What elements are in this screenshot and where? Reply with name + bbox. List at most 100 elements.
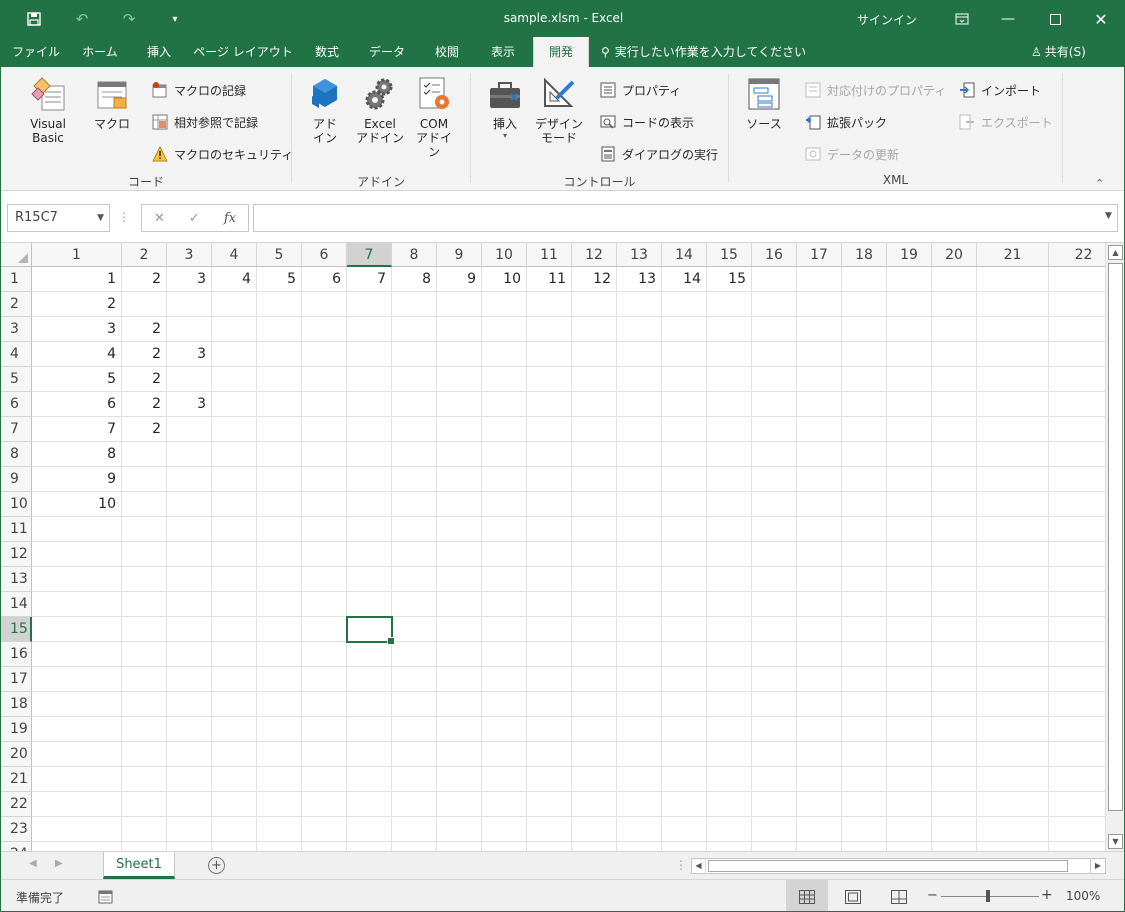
tab-page-layout[interactable]: ページ レイアウト	[191, 37, 295, 67]
cell[interactable]	[662, 742, 707, 767]
cell[interactable]	[1049, 792, 1105, 817]
cell[interactable]	[662, 842, 707, 851]
cell[interactable]	[977, 767, 1049, 792]
cell[interactable]	[257, 667, 302, 692]
cell[interactable]	[392, 642, 437, 667]
cell[interactable]	[572, 292, 617, 317]
cell[interactable]	[932, 367, 977, 392]
cell[interactable]	[662, 567, 707, 592]
cell[interactable]	[662, 642, 707, 667]
import-button[interactable]: インポート	[958, 79, 1041, 101]
cell[interactable]	[617, 817, 662, 842]
cell[interactable]: 9	[32, 467, 122, 492]
cell[interactable]	[572, 617, 617, 642]
cell[interactable]	[482, 817, 527, 842]
cell[interactable]: 6	[302, 267, 347, 292]
cell[interactable]	[437, 317, 482, 342]
cell[interactable]	[887, 267, 932, 292]
cell[interactable]	[1049, 442, 1105, 467]
vertical-scrollbar[interactable]: ▲ ▼	[1105, 243, 1124, 851]
tell-me-search[interactable]: ⚲ 実行したい作業を入力してください	[601, 37, 806, 67]
tab-review[interactable]: 校閲	[423, 37, 471, 67]
cell[interactable]	[842, 342, 887, 367]
cell[interactable]	[752, 592, 797, 617]
cell[interactable]	[1049, 692, 1105, 717]
cell[interactable]	[482, 442, 527, 467]
row-header[interactable]: 3	[1, 317, 32, 342]
column-header[interactable]: 16	[752, 243, 797, 267]
row-header[interactable]: 5	[1, 367, 32, 392]
cell[interactable]	[32, 567, 122, 592]
cell[interactable]	[122, 617, 167, 642]
cell[interactable]	[617, 342, 662, 367]
cell[interactable]	[932, 567, 977, 592]
cell[interactable]	[437, 542, 482, 567]
cell[interactable]	[662, 667, 707, 692]
cell[interactable]	[887, 667, 932, 692]
cell[interactable]	[842, 717, 887, 742]
cell[interactable]	[932, 617, 977, 642]
expand-formula-bar-icon[interactable]: ▼	[1105, 211, 1112, 221]
cell[interactable]	[167, 767, 212, 792]
cell[interactable]	[797, 392, 842, 417]
cell[interactable]	[257, 842, 302, 851]
cell[interactable]	[977, 642, 1049, 667]
cell[interactable]	[572, 667, 617, 692]
cell[interactable]	[482, 467, 527, 492]
cell[interactable]	[617, 442, 662, 467]
cell[interactable]	[482, 642, 527, 667]
cell[interactable]	[1049, 742, 1105, 767]
cell[interactable]	[797, 317, 842, 342]
name-box[interactable]: R15C7 ▼	[7, 204, 110, 232]
cell[interactable]	[797, 742, 842, 767]
cell[interactable]	[707, 542, 752, 567]
cell[interactable]	[977, 592, 1049, 617]
cell[interactable]	[32, 742, 122, 767]
cell[interactable]	[617, 617, 662, 642]
cell[interactable]	[527, 642, 572, 667]
cell[interactable]	[797, 542, 842, 567]
cell[interactable]	[887, 342, 932, 367]
cell[interactable]	[482, 492, 527, 517]
cell[interactable]	[707, 517, 752, 542]
excel-addins-button[interactable]: Excel アドイン	[355, 75, 405, 145]
cell[interactable]	[167, 517, 212, 542]
cell[interactable]	[797, 592, 842, 617]
cell[interactable]	[527, 742, 572, 767]
cell[interactable]	[392, 817, 437, 842]
cell[interactable]	[347, 342, 392, 367]
cell[interactable]	[347, 442, 392, 467]
cell[interactable]: 11	[527, 267, 572, 292]
cell[interactable]	[887, 567, 932, 592]
cell[interactable]	[887, 617, 932, 642]
cell[interactable]	[167, 717, 212, 742]
cell[interactable]	[572, 367, 617, 392]
cell[interactable]	[122, 792, 167, 817]
cell[interactable]	[1049, 542, 1105, 567]
cell[interactable]	[167, 642, 212, 667]
cell[interactable]	[887, 367, 932, 392]
prev-sheet-icon[interactable]: ◀	[29, 858, 37, 869]
cell[interactable]	[662, 592, 707, 617]
expansion-packs-button[interactable]: 拡張パック	[804, 111, 887, 133]
cell[interactable]	[932, 667, 977, 692]
cell[interactable]	[707, 742, 752, 767]
cell[interactable]	[527, 617, 572, 642]
cell[interactable]	[752, 542, 797, 567]
cell[interactable]	[212, 642, 257, 667]
row-header[interactable]: 24	[1, 842, 32, 851]
normal-view-icon[interactable]	[786, 880, 828, 911]
cell[interactable]	[977, 342, 1049, 367]
cell[interactable]: 10	[482, 267, 527, 292]
cell[interactable]	[842, 667, 887, 692]
cell[interactable]	[572, 417, 617, 442]
enter-icon[interactable]: ✓	[189, 211, 200, 226]
cell[interactable]	[32, 817, 122, 842]
cell[interactable]	[1049, 417, 1105, 442]
cell[interactable]	[212, 692, 257, 717]
cell[interactable]	[572, 742, 617, 767]
cell[interactable]	[212, 667, 257, 692]
cell[interactable]	[167, 692, 212, 717]
cell[interactable]	[662, 492, 707, 517]
cell[interactable]	[887, 542, 932, 567]
